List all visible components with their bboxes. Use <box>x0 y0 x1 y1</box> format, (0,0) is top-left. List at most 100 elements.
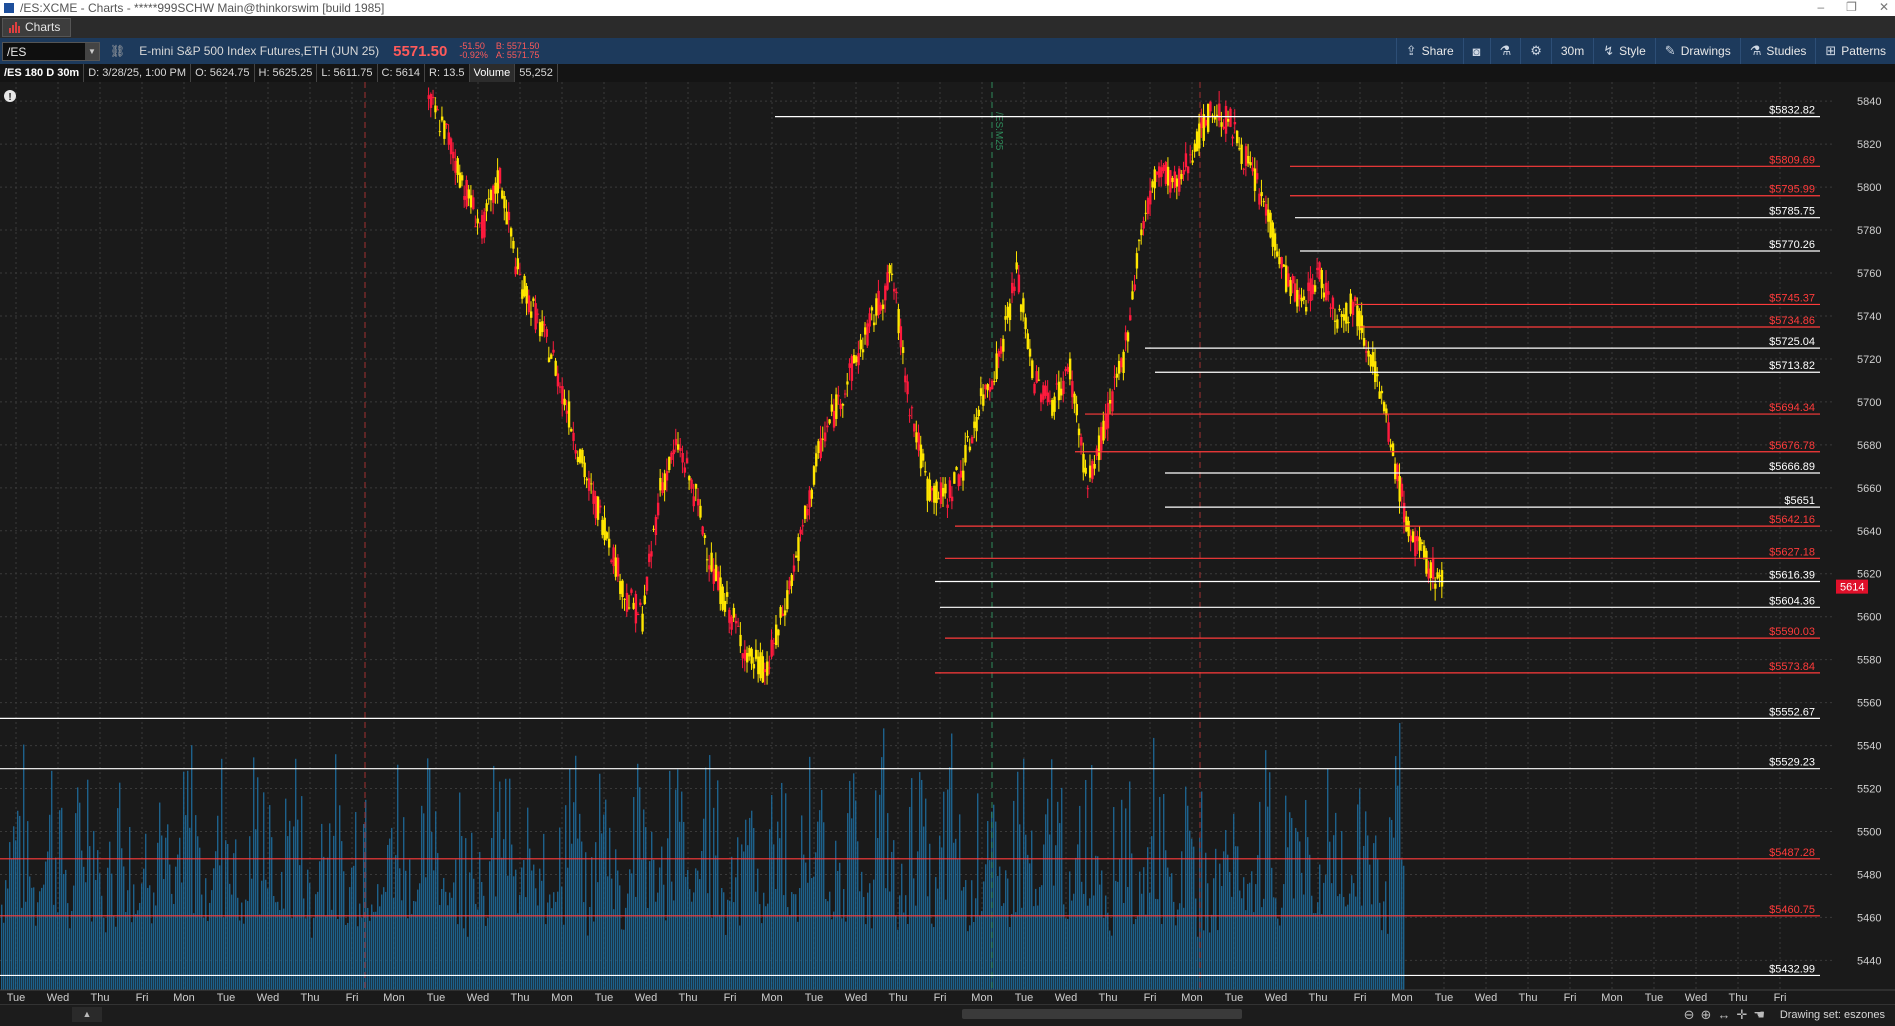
candle-body <box>901 347 905 353</box>
volume-bar <box>527 807 529 990</box>
candle-body <box>1322 292 1326 298</box>
price-level-label: $5734.86 <box>1769 315 1815 327</box>
screenshot-button[interactable]: ◙ <box>1462 38 1490 64</box>
candle-body <box>790 574 793 586</box>
collapse-button[interactable]: ▲ <box>72 1007 102 1022</box>
volume-bar <box>891 851 893 990</box>
volume-bar <box>375 911 377 990</box>
volume-bar <box>679 821 681 990</box>
candle-body <box>1376 374 1379 377</box>
candle-body <box>1113 376 1116 378</box>
volume-bar <box>809 756 811 990</box>
candle-body <box>1280 257 1283 269</box>
volume-bar <box>503 839 505 990</box>
candle-body <box>1371 352 1375 367</box>
candle-body <box>1235 130 1239 144</box>
chart-area[interactable]: /ES:M25 $5832.82 $5809.69 $5795.99 $5785.75 $… <box>0 82 1895 1004</box>
candle-body <box>1231 136 1234 139</box>
aggregation-button[interactable]: 30m <box>1550 38 1593 64</box>
volume-bar <box>463 928 465 990</box>
volume-bar <box>397 764 399 990</box>
candle-body <box>950 496 954 502</box>
candle-body <box>759 652 762 679</box>
candle-body <box>594 495 597 519</box>
volume-bar <box>1183 907 1185 990</box>
candle-body <box>1033 383 1036 394</box>
patterns-button[interactable]: ⊞ Patterns <box>1815 38 1895 64</box>
volume-bar <box>69 928 71 990</box>
candle-body <box>605 532 609 539</box>
volume-bar <box>89 846 91 990</box>
candle-body <box>1242 168 1246 170</box>
candle-body <box>915 432 918 443</box>
candle-body <box>725 592 729 597</box>
volume-bar <box>27 821 29 990</box>
volume-label[interactable]: Volume <box>469 64 516 82</box>
candle-body <box>652 528 655 530</box>
drawings-button[interactable]: ✎ Drawings <box>1654 38 1740 64</box>
volume-bar <box>1043 844 1045 990</box>
candle-body <box>826 425 829 428</box>
volume-bar <box>339 805 341 990</box>
hand-icon[interactable]: ☚ <box>1753 1007 1765 1023</box>
volume-bar <box>849 780 851 990</box>
pan-icon[interactable]: ↔ <box>1717 1007 1730 1023</box>
volume-bar <box>1335 812 1337 990</box>
candle-body <box>993 381 996 383</box>
volume-bar <box>617 870 619 990</box>
style-button[interactable]: ↯ Style <box>1593 38 1655 64</box>
y-tick-label: 5500 <box>1857 826 1881 838</box>
volume-bar <box>1225 829 1227 990</box>
volume-bar <box>355 811 357 990</box>
price-level-label: $5590.03 <box>1769 626 1815 638</box>
x-tick-label: Fri <box>346 992 359 1004</box>
zoom-out-icon[interactable]: ⊖ <box>1684 1007 1695 1023</box>
volume-bar <box>1097 856 1099 990</box>
zoom-in-icon[interactable]: ⊕ <box>1701 1007 1712 1023</box>
volume-bar <box>337 919 339 990</box>
volume-bar <box>771 794 773 990</box>
link-icon[interactable]: ⛓ <box>110 44 125 58</box>
volume-bar <box>97 850 99 990</box>
volume-bar <box>761 923 763 990</box>
volume-bar <box>651 831 653 990</box>
crosshair-icon[interactable]: ✛ <box>1736 1007 1747 1023</box>
price-chart[interactable]: /ES:M25 $5832.82 $5809.69 $5795.99 $5785.75 $… <box>0 82 1895 1004</box>
volume-bar <box>521 867 523 990</box>
candle-body <box>754 649 758 659</box>
volume-bar <box>743 851 745 990</box>
volume-bar <box>815 852 817 990</box>
volume-bar <box>817 821 819 990</box>
symbol-input[interactable]: /ES ▼ <box>2 41 100 61</box>
studies-button[interactable]: ⚗ Studies <box>1739 38 1816 64</box>
settings-button[interactable]: ⚙ <box>1520 38 1551 64</box>
horizontal-scrollbar[interactable] <box>962 1009 1242 1019</box>
volume-bar <box>243 923 245 990</box>
minimize-button[interactable]: – <box>1817 0 1824 14</box>
close-button[interactable]: ✕ <box>1879 0 1889 14</box>
volume-bar <box>951 733 953 990</box>
volume-bar <box>571 843 573 990</box>
maximize-button[interactable]: ❐ <box>1846 0 1857 14</box>
volume-bar <box>731 856 733 990</box>
volume-bar <box>31 887 33 990</box>
tab-charts[interactable]: Charts <box>2 17 72 37</box>
volume-bar <box>1095 855 1097 990</box>
candle-body <box>1353 297 1357 301</box>
x-tick-label: Mon <box>1181 992 1202 1004</box>
candle-body <box>975 416 978 432</box>
volume-bar <box>963 887 965 990</box>
candle-body <box>990 380 994 390</box>
study-label: /ES:M25 <box>993 112 1004 151</box>
volume-bar <box>673 900 675 990</box>
share-button[interactable]: ⇪ Share <box>1395 38 1463 64</box>
candle-body <box>1115 373 1119 378</box>
flask-button[interactable]: ⚗ <box>1489 38 1521 64</box>
volume-bar <box>929 843 931 990</box>
symbol-dropdown-icon[interactable]: ▼ <box>85 42 99 60</box>
volume-bar <box>1289 812 1291 990</box>
candle-body <box>995 353 998 380</box>
volume-bar <box>1125 808 1127 990</box>
volume-bar <box>1001 905 1003 990</box>
candle-body <box>1048 400 1052 402</box>
